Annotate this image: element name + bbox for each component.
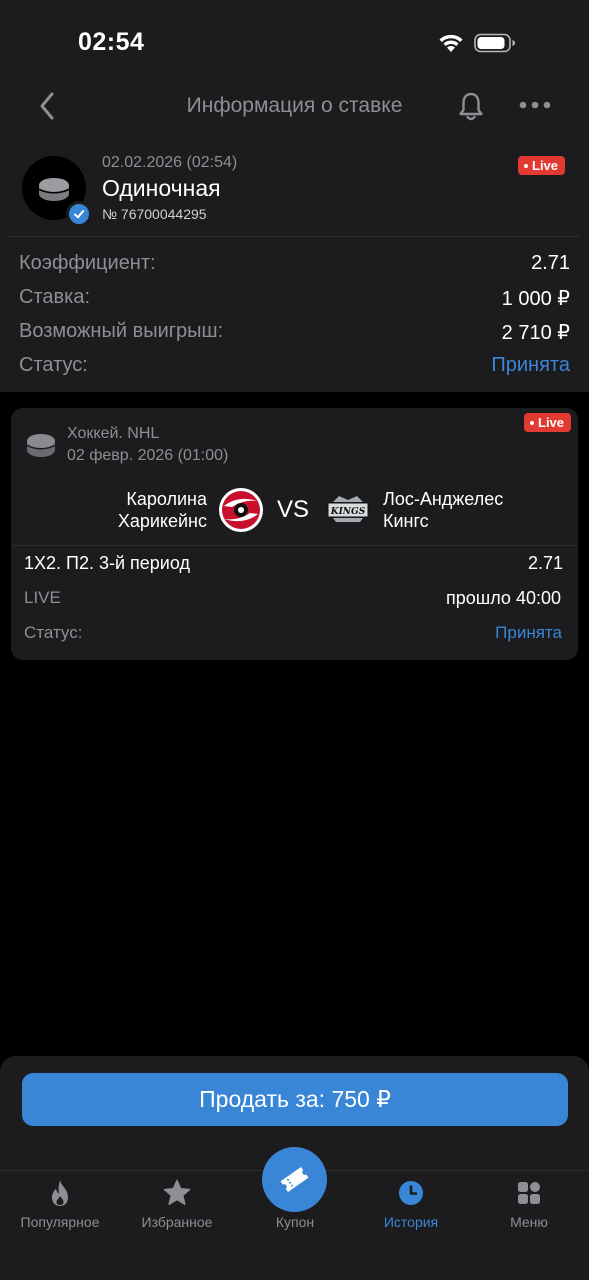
navigation-bar: Информация о ставке [0,84,589,128]
battery-icon [474,33,515,53]
potential-win-row: Возможный выигрыш: 2 710 ₽ [19,320,570,348]
status-value: Принята [491,354,570,376]
sell-button[interactable]: Продать за: 750 ₽ [22,1073,568,1126]
hockey-puck-icon [38,178,70,201]
stake-label: Ставка: [19,286,90,308]
event-status-value: Принята [495,623,562,642]
event-live-badge-label: Live [538,415,565,430]
potential-win-value: 2 710 ₽ [501,322,570,344]
home-team-name: Каролина Харикейнс [118,488,207,532]
status-bar: 02:54 [0,0,589,84]
bet-number: № 76700044295 [102,206,207,222]
status-time: 02:54 [78,28,145,56]
wifi-icon [439,34,463,52]
selection-odds: 2.71 [527,553,563,573]
away-team-name: Лос-Анджелес Кингс [383,488,503,532]
bell-icon[interactable] [456,90,486,122]
odds-label: Коэффициент: [19,252,156,274]
tab-favorites[interactable]: Избранное [118,1178,236,1238]
status-row: Статус: Принята [19,354,570,382]
vs-label: VS [277,496,310,523]
live-label: LIVE [24,588,61,607]
tab-popular[interactable]: Популярное [1,1178,119,1238]
away-team-line2: Кингс [383,511,429,531]
event-live-badge: Live [524,413,572,432]
ticket-icon [280,1167,309,1192]
event-league: Хоккей. NHL [67,425,160,442]
star-icon [163,1179,191,1205]
tab-history[interactable]: История [352,1178,470,1238]
event-card[interactable] [11,408,578,660]
away-team-line1: Лос-Анджелес [383,489,504,509]
live-dot-icon [524,163,528,168]
tab-coupon[interactable] [262,1147,327,1212]
verified-check-icon [66,201,92,227]
potential-win-label: Возможный выигрыш: [19,320,224,342]
event-date: 02 февр. 2026 (01:00) [67,447,229,464]
more-options-icon[interactable] [518,100,552,110]
page-title: Информация о ставке [186,94,403,117]
hurricanes-logo-icon [219,488,263,532]
hockey-puck-icon [26,434,56,457]
tab-menu-label: Меню [510,1214,548,1230]
odds-value: 2.71 [531,252,570,274]
bet-date: 02.02.2026 (02:54) [102,154,238,171]
selection-name: 1X2. П2. 3-й период [24,553,190,573]
odds-row: Коэффициент: 2.71 [19,252,570,280]
kings-logo-icon: KINGS [327,496,369,522]
clock-icon [399,1181,423,1205]
tab-history-label: История [383,1214,439,1230]
tab-favorites-label: Избранное [141,1214,213,1230]
divider [11,545,578,546]
live-badge-label: Live [532,158,559,173]
tab-coupon-label: Купон [275,1214,315,1230]
bet-type: Одиночная [102,175,221,201]
tab-menu[interactable]: Меню [470,1178,588,1238]
tab-popular-label: Популярное [20,1214,100,1230]
kings-logo-text: KINGS [330,507,366,517]
event-status-label: Статус: [24,623,83,642]
stake-value: 1 000 ₽ [501,288,570,310]
divider [8,236,581,237]
live-badge: Live [518,156,566,175]
flame-icon [52,1180,68,1206]
live-dot-icon [530,420,534,425]
grid-icon [518,1182,540,1204]
elapsed-time: прошло 40:00 [446,588,561,608]
status-label: Статус: [19,354,88,376]
stake-row: Ставка: 1 000 ₽ [19,286,570,314]
home-team-line1: Каролина [126,489,207,509]
home-team-line2: Харикейнс [117,511,207,531]
